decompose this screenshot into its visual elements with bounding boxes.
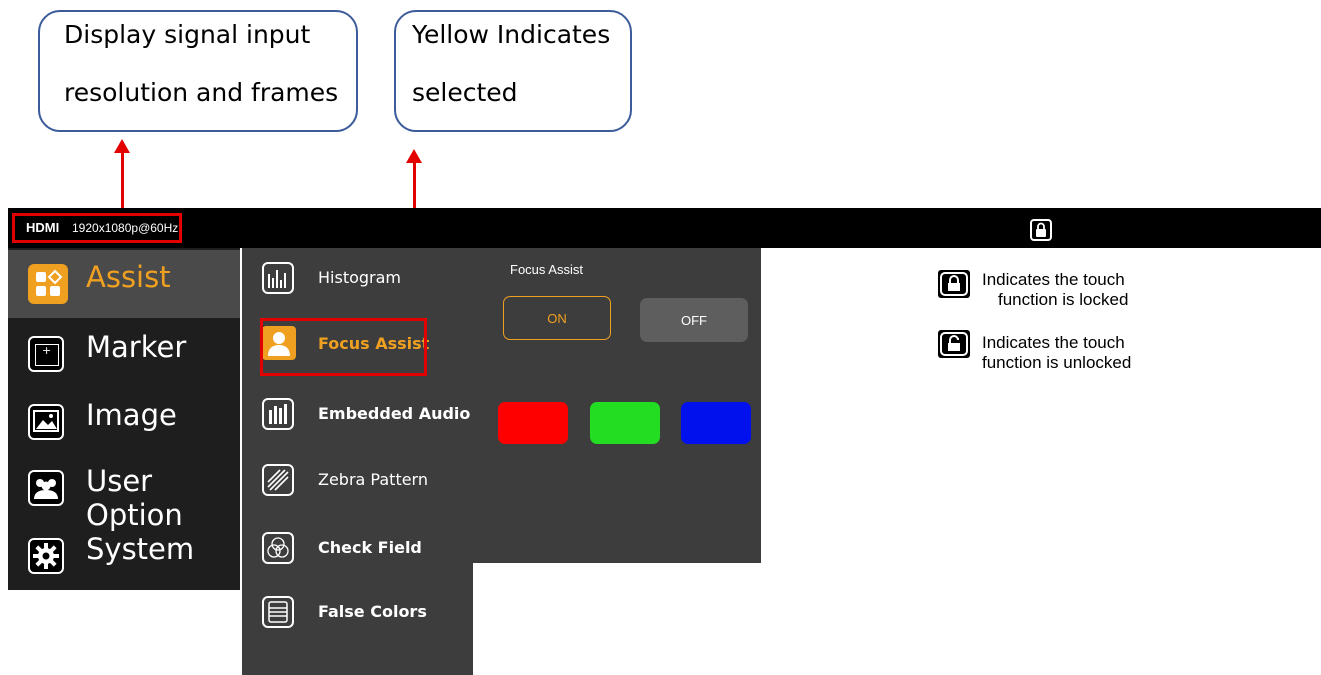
user-option-icon (28, 470, 64, 506)
gear-icon (28, 538, 64, 574)
focus-on-button[interactable]: ON (503, 296, 611, 340)
color-swatch-red[interactable] (498, 402, 568, 444)
unlocked-legend-text: Indicates the touch function is unlocked (982, 333, 1131, 373)
false-colors-icon (262, 596, 294, 628)
sub-item-zebra-pattern[interactable]: Zebra Pattern (242, 452, 473, 512)
callout-resolution-line2: resolution and frames (64, 78, 339, 107)
menu-label-system: System (86, 532, 195, 566)
arrow-selected-head (406, 149, 422, 163)
status-bar (8, 208, 1321, 248)
lock-icon[interactable] (1030, 219, 1052, 241)
unlocked-legend-icon (938, 330, 970, 358)
color-swatch-blue[interactable] (681, 402, 751, 444)
arrow-resolution-line (121, 150, 124, 214)
callout-selected-line1: Yellow Indicates (412, 20, 611, 49)
menu-item-image[interactable]: Image (8, 388, 240, 456)
unlocked-legend-line1: Indicates the touch (982, 333, 1125, 352)
check-field-icon (262, 532, 294, 564)
assist-icon (28, 264, 68, 304)
audio-meter-icon (262, 398, 294, 430)
sub-label-zebra-pattern: Zebra Pattern (318, 470, 428, 489)
zebra-icon (262, 464, 294, 496)
color-swatch-green[interactable] (590, 402, 660, 444)
locked-legend-text: Indicates the touch function is locked (982, 270, 1128, 310)
sub-label-histogram: Histogram (318, 268, 401, 287)
sub-item-false-colors[interactable]: False Colors (242, 584, 473, 644)
marker-icon: + (28, 336, 64, 372)
menu-item-user-option[interactable]: User Option (8, 454, 240, 532)
selected-highlight-box (260, 318, 427, 376)
arrow-resolution-head (114, 139, 130, 153)
image-icon (28, 404, 64, 440)
sub-label-embedded-audio: Embedded Audio (318, 404, 471, 423)
menu-item-marker[interactable]: + Marker (8, 320, 240, 388)
callout-selected-line2: selected (412, 78, 518, 107)
resolution-highlight-box (12, 213, 182, 243)
focus-off-button[interactable]: OFF (640, 298, 748, 342)
menu-label-image: Image (86, 398, 177, 432)
sub-item-embedded-audio[interactable]: Embedded Audio (242, 386, 473, 446)
menu-item-assist[interactable]: Assist (8, 250, 240, 318)
sub-label-false-colors: False Colors (318, 602, 427, 621)
histogram-icon (262, 262, 294, 294)
menu-label-marker: Marker (86, 330, 187, 364)
callout-selected: Yellow Indicates selected (394, 10, 632, 132)
unlocked-legend-line2: function is unlocked (982, 353, 1132, 372)
sub-label-check-field: Check Field (318, 538, 422, 557)
locked-legend-icon (938, 270, 970, 298)
callout-resolution: Display signal input resolution and fram… (38, 10, 358, 132)
menu-label-assist: Assist (86, 260, 171, 294)
menu-item-system[interactable]: System (8, 522, 240, 590)
sub-item-check-field[interactable]: Check Field (242, 520, 473, 580)
sub-item-histogram[interactable]: Histogram (242, 250, 473, 310)
settings-title: Focus Assist (510, 262, 583, 277)
locked-legend-line2: function is locked (998, 290, 1129, 309)
locked-legend-line1: Indicates the touch (982, 270, 1125, 289)
callout-resolution-line1: Display signal input (64, 20, 311, 49)
